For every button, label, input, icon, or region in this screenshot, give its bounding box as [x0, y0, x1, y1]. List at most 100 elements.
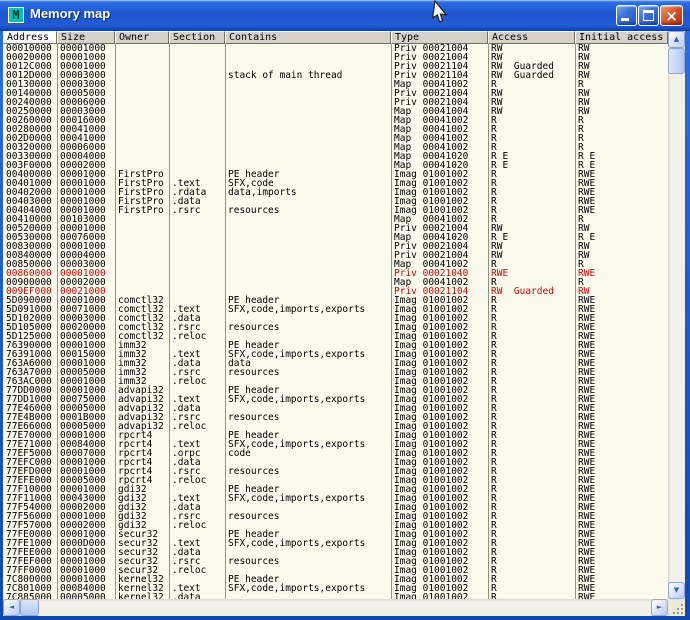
cell-contains: resources — [225, 557, 391, 566]
resize-grip[interactable] — [668, 599, 685, 616]
cell-access: R — [488, 296, 575, 305]
cell-section — [169, 62, 225, 71]
cell-contains — [225, 233, 391, 242]
cell-access: R — [488, 458, 575, 467]
cell-initial_access: RWE — [575, 269, 668, 278]
horizontal-scroll-thumb[interactable] — [20, 599, 39, 616]
cell-contains — [225, 224, 391, 233]
cell-access: R — [488, 323, 575, 332]
cell-owner — [115, 251, 169, 260]
cell-initial_access: R — [575, 125, 668, 134]
scroll-right-button[interactable]: ► — [651, 599, 668, 616]
scroll-left-button[interactable]: ◄ — [3, 599, 20, 616]
cell-access: R — [488, 521, 575, 530]
cell-access: R — [488, 476, 575, 485]
column-header-owner[interactable]: Owner — [115, 31, 169, 44]
cell-section — [169, 278, 225, 287]
cell-owner — [115, 44, 169, 53]
cell-contains — [225, 44, 391, 53]
title-bar[interactable]: M Memory map × — [0, 0, 690, 31]
cell-initial_access: RW — [575, 71, 668, 80]
scroll-down-button[interactable]: ▼ — [668, 582, 685, 599]
cell-section — [169, 143, 225, 152]
cell-owner — [115, 152, 169, 161]
cell-contains: resources — [225, 413, 391, 422]
cell-contains: resources — [225, 206, 391, 215]
vertical-scroll-thumb[interactable] — [668, 48, 685, 74]
cell-contains — [225, 116, 391, 125]
cell-contains — [225, 143, 391, 152]
cell-access: R — [488, 557, 575, 566]
chevron-down-icon: ▼ — [674, 586, 679, 594]
memory-map-window: M Memory map × AddressSizeOwnerSectionCo… — [0, 0, 690, 620]
cell-section — [169, 161, 225, 170]
cell-access: R — [488, 422, 575, 431]
column-header-contains[interactable]: Contains — [225, 31, 391, 44]
cell-contains — [225, 107, 391, 116]
cell-section: .reloc — [169, 521, 225, 530]
cell-section — [169, 224, 225, 233]
cell-contains — [225, 260, 391, 269]
cell-access: R — [488, 386, 575, 395]
maximize-icon — [643, 10, 654, 21]
cell-initial_access: RW — [575, 107, 668, 116]
cell-contains — [225, 242, 391, 251]
cell-section — [169, 152, 225, 161]
cell-access: R — [488, 350, 575, 359]
cell-access: R — [488, 539, 575, 548]
cell-contains — [225, 125, 391, 134]
column-header-address[interactable]: Address — [3, 31, 57, 44]
column-header-initial_access[interactable]: Initial access — [575, 31, 668, 44]
cell-owner: FirstPro — [115, 206, 169, 215]
cell-access: R — [488, 368, 575, 377]
cell-section — [169, 107, 225, 116]
cell-access: R — [488, 485, 575, 494]
scroll-up-button[interactable]: ▲ — [668, 31, 685, 48]
cell-access: R — [488, 449, 575, 458]
cell-section — [169, 80, 225, 89]
cell-contains: resources — [225, 467, 391, 476]
cell-access: R — [488, 431, 575, 440]
cell-contains: SFX,code,imports,exports — [225, 539, 391, 548]
cell-access: R — [488, 341, 575, 350]
table-body[interactable]: 0001000000001000Priv 00021004RWRW0002000… — [3, 44, 668, 599]
cell-section — [169, 134, 225, 143]
cell-section — [169, 215, 225, 224]
cell-owner — [115, 278, 169, 287]
horizontal-scrollbar[interactable]: ◄ ► — [3, 599, 668, 616]
cell-section — [169, 233, 225, 242]
cell-access: R — [488, 170, 575, 179]
window-title: Memory map — [30, 6, 110, 21]
cell-section: .reloc — [169, 566, 225, 575]
cell-access: R — [488, 197, 575, 206]
column-header-access[interactable]: Access — [488, 31, 575, 44]
cell-section: .reloc — [169, 332, 225, 341]
minimize-button[interactable] — [616, 5, 637, 26]
cell-access: R — [488, 413, 575, 422]
maximize-button[interactable] — [638, 5, 659, 26]
cell-contains: SFX,code,imports,exports — [225, 494, 391, 503]
cell-section: .reloc — [169, 422, 225, 431]
column-header-size[interactable]: Size — [57, 31, 115, 44]
column-header-row: AddressSizeOwnerSectionContainsTypeAcces… — [3, 31, 668, 44]
column-header-type[interactable]: Type — [391, 31, 488, 44]
cell-owner — [115, 233, 169, 242]
cell-owner — [115, 53, 169, 62]
cell-owner — [115, 80, 169, 89]
cell-contains — [225, 89, 391, 98]
cell-owner — [115, 215, 169, 224]
cell-contains: resources — [225, 368, 391, 377]
cell-contains: SFX,code,imports,exports — [225, 305, 391, 314]
close-icon: × — [665, 7, 678, 25]
cell-access: R — [488, 395, 575, 404]
cell-initial_access: R — [575, 116, 668, 125]
vertical-scrollbar[interactable]: ▲ ▼ — [668, 31, 685, 599]
column-divider — [169, 44, 170, 599]
cell-access: R — [488, 503, 575, 512]
cell-owner — [115, 242, 169, 251]
close-button[interactable]: × — [660, 5, 683, 26]
cell-contains — [225, 152, 391, 161]
column-header-section[interactable]: Section — [169, 31, 225, 44]
cell-owner — [115, 269, 169, 278]
cell-access: R — [488, 440, 575, 449]
